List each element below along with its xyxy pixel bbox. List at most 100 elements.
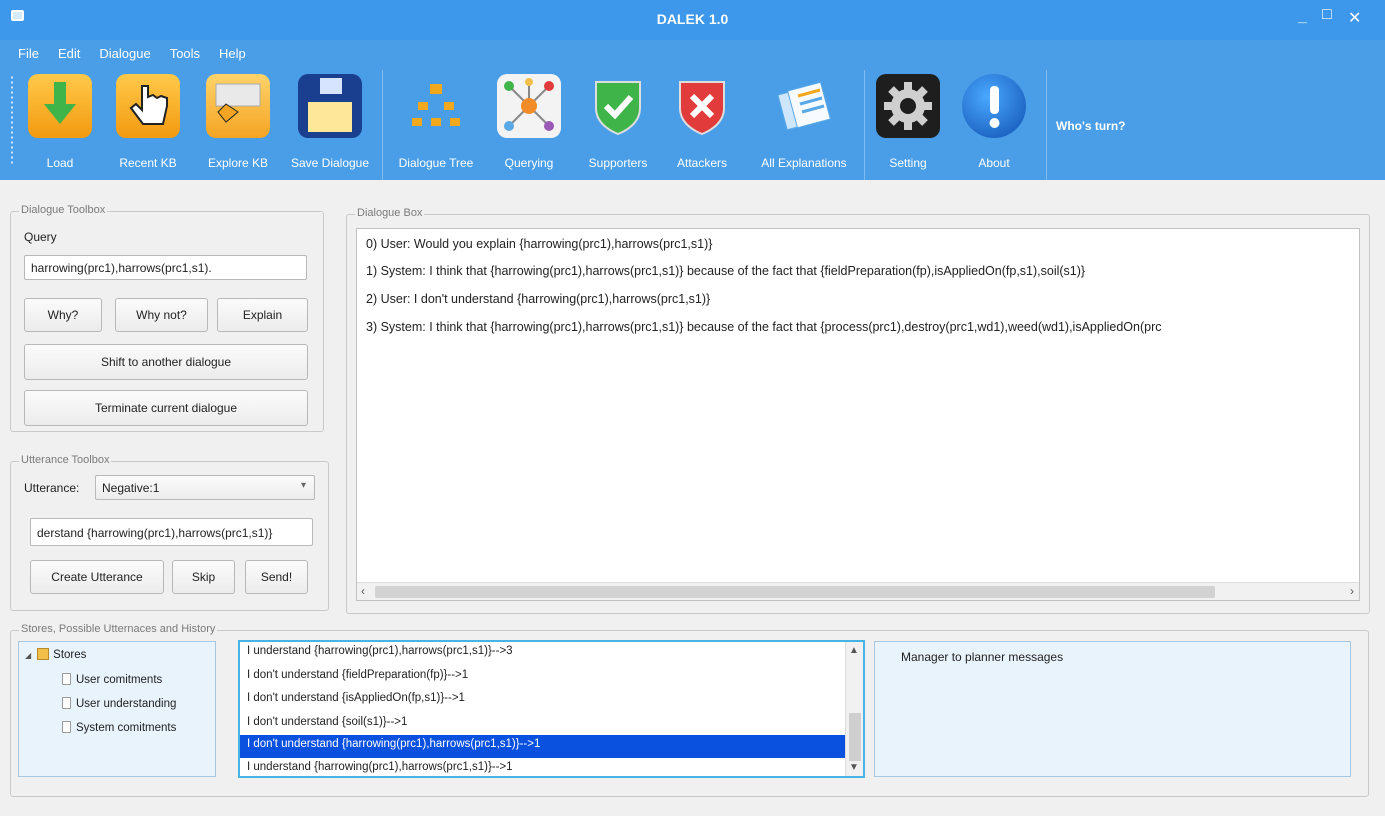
dialogue-line: 3) System: I think that {harrowing(prc1)…	[366, 320, 1162, 334]
dialogue-toolbox-legend: Dialogue Toolbox	[19, 204, 108, 216]
send-button[interactable]: Send!	[245, 560, 308, 594]
save-dialogue-button[interactable]: Save Dialogue	[286, 74, 374, 170]
toolbar-separator	[864, 70, 865, 180]
scroll-up-icon[interactable]: ▲	[849, 645, 859, 656]
stores-tree: ◢ Stores User comitments User understandi…	[18, 641, 216, 777]
scroll-left-icon[interactable]: ‹	[361, 584, 365, 598]
menu-dialogue[interactable]: Dialogue	[99, 46, 150, 61]
about-label: About	[978, 156, 1010, 170]
possible-utterances-list[interactable]: I understand {harrowing(prc1),harrows(pr…	[238, 640, 865, 778]
file-icon	[62, 697, 71, 709]
tree-item-user-understanding[interactable]: User understanding	[62, 697, 176, 710]
attackers-button[interactable]: Attackers	[670, 74, 734, 170]
recent-kb-button[interactable]: Recent KB	[108, 74, 188, 170]
window-title: DALEK 1.0	[656, 11, 729, 27]
scrollbar-thumb[interactable]	[375, 586, 1215, 598]
horizontal-scrollbar[interactable]: ‹ ›	[357, 582, 1359, 600]
why-button[interactable]: Why?	[24, 298, 102, 332]
close-button[interactable]: ✕	[1348, 8, 1361, 28]
utterance-text-field[interactable]: derstand {harrowing(prc1),harrows(prc1,s…	[30, 518, 313, 546]
maximize-button[interactable]: □	[1322, 6, 1332, 24]
list-item-selected[interactable]: I don't understand {harrowing(prc1),harr…	[240, 735, 845, 758]
tree-item-label: System comitments	[76, 722, 177, 734]
documents-icon	[772, 74, 836, 138]
title-bar: DALEK 1.0 _ □ ✕	[0, 0, 1385, 40]
shift-dialogue-button[interactable]: Shift to another dialogue	[24, 344, 308, 380]
dialogue-box-legend: Dialogue Box	[355, 207, 425, 219]
skip-button[interactable]: Skip	[172, 560, 235, 594]
menu-edit[interactable]: Edit	[58, 46, 80, 61]
list-item[interactable]: I understand {harrowing(prc1),harrows(pr…	[240, 642, 845, 665]
load-label: Load	[46, 156, 74, 170]
supporters-button[interactable]: Supporters	[582, 74, 654, 170]
chevron-down-icon: ▾	[300, 480, 306, 491]
toolbar-separator	[382, 70, 383, 180]
explore-kb-label: Explore KB	[207, 156, 269, 170]
supporters-label: Supporters	[588, 156, 648, 170]
list-item[interactable]: I don't understand {isAppliedOn(fp,s1)}-…	[240, 689, 845, 712]
create-utterance-button[interactable]: Create Utterance	[30, 560, 164, 594]
explore-kb-button[interactable]: Explore KB	[200, 74, 276, 170]
file-icon	[62, 721, 71, 733]
menu-file[interactable]: File	[18, 46, 39, 61]
menu-tools[interactable]: Tools	[170, 46, 200, 61]
tree-item-user-comitments[interactable]: User comitments	[62, 673, 162, 686]
all-explanations-button[interactable]: All Explanations	[752, 74, 856, 170]
gear-icon	[876, 74, 940, 138]
list-item[interactable]: I understand {harrowing(prc1),harrows(pr…	[240, 758, 845, 776]
utterance-toolbox-legend: Utterance Toolbox	[19, 454, 112, 466]
scrollbar-thumb[interactable]	[849, 713, 861, 761]
setting-button[interactable]: Setting	[876, 74, 940, 170]
ribbon-toolbar: File Edit Dialogue Tools Help Load Recen…	[0, 40, 1385, 180]
shield-cross-icon	[670, 74, 734, 138]
folder-icon	[37, 648, 50, 660]
utterance-select-value: Negative:1	[102, 481, 160, 495]
explain-button[interactable]: Explain	[217, 298, 308, 332]
attackers-label: Attackers	[676, 156, 727, 170]
setting-label: Setting	[889, 156, 927, 170]
minimize-button[interactable]: _	[1298, 8, 1307, 26]
list-item[interactable]: I don't understand {fieldPreparation(fp)…	[240, 666, 845, 689]
stores-panel-legend: Stores, Possible Utternaces and History	[19, 623, 218, 635]
toolbar-grip[interactable]	[10, 75, 14, 165]
dialogue-tree-label: Dialogue Tree	[398, 156, 474, 170]
menu-bar: File Edit Dialogue Tools Help	[18, 46, 265, 61]
info-exclamation-icon	[962, 74, 1026, 138]
vertical-scrollbar[interactable]: ▲ ▼	[845, 642, 863, 776]
why-not-button[interactable]: Why not?	[115, 298, 208, 332]
menu-help[interactable]: Help	[219, 46, 246, 61]
dialogue-line: 0) User: Would you explain {harrowing(pr…	[366, 237, 713, 251]
about-button[interactable]: About	[962, 74, 1026, 170]
whos-turn-label: Who's turn?	[1056, 119, 1126, 133]
querying-label: Querying	[504, 156, 554, 170]
floppy-disk-icon	[298, 74, 362, 138]
dialogue-box[interactable]: 0) User: Would you explain {harrowing(pr…	[356, 228, 1360, 601]
tree-item-system-comitments[interactable]: System comitments	[62, 721, 176, 734]
all-explanations-label: All Explanations	[761, 156, 847, 170]
tree-item-label: User comitments	[76, 674, 163, 686]
messages-panel[interactable]: Manager to planner messages	[874, 641, 1351, 777]
dialogue-line: 1) System: I think that {harrowing(prc1)…	[366, 264, 1086, 278]
toolbar-separator	[1046, 70, 1047, 180]
load-button[interactable]: Load	[24, 74, 96, 170]
utterance-select[interactable]: Negative:1 ▾	[95, 475, 315, 500]
query-input[interactable]: harrowing(prc1),harrows(prc1,s1).	[24, 255, 307, 280]
query-label: Query	[24, 230, 57, 244]
save-dialogue-label: Save Dialogue	[290, 156, 370, 170]
querying-button[interactable]: Querying	[492, 74, 566, 170]
org-chart-icon	[404, 74, 468, 138]
dialogue-tree-button[interactable]: Dialogue Tree	[393, 74, 479, 170]
messages-title: Manager to planner messages	[901, 650, 1064, 664]
list-item[interactable]: I don't understand {soil(s1)}-->1	[240, 713, 845, 736]
tree-item-label: User understanding	[76, 698, 177, 710]
folder-icon	[206, 74, 270, 138]
terminate-dialogue-button[interactable]: Terminate current dialogue	[24, 390, 308, 426]
scroll-right-icon[interactable]: ›	[1350, 584, 1354, 598]
scroll-down-icon[interactable]: ▼	[849, 762, 859, 773]
recent-kb-label: Recent KB	[119, 156, 177, 170]
tree-root-label: Stores	[53, 649, 87, 661]
load-icon	[28, 74, 92, 138]
network-icon	[497, 74, 561, 138]
expand-arrow-icon[interactable]: ◢	[25, 651, 31, 660]
tree-root-stores[interactable]: ◢ Stores	[25, 648, 86, 661]
